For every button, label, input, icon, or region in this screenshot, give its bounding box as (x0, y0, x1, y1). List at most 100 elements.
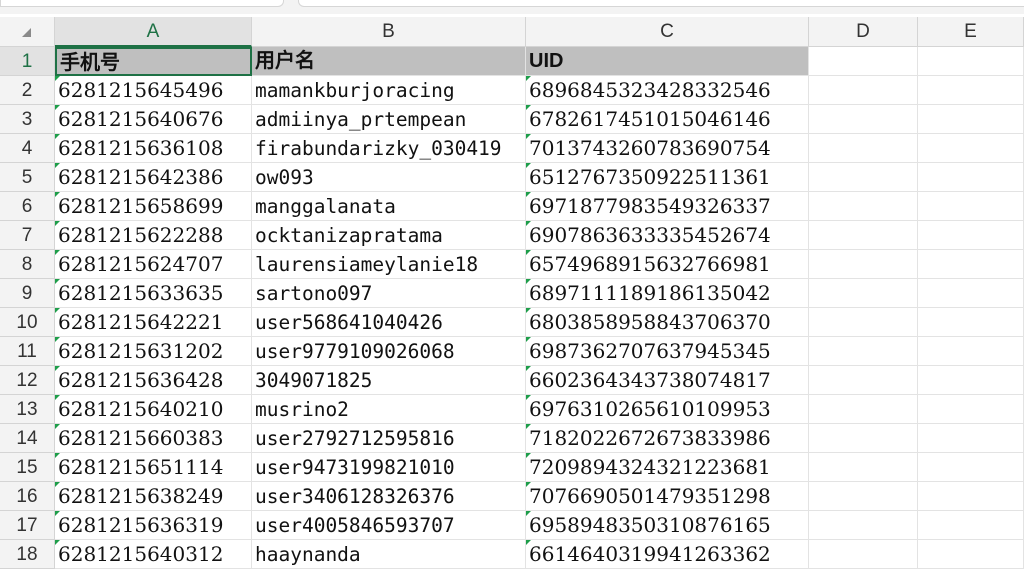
cell-c[interactable]: 6971877983549326337 (526, 192, 809, 221)
cell-c[interactable]: 6512767350922511361 (526, 163, 809, 192)
cell-d[interactable] (809, 221, 918, 250)
cell-a[interactable]: 6281215642386 (55, 163, 252, 192)
cell-c[interactable]: 6896845323428332546 (526, 76, 809, 105)
cell-c[interactable]: 7076690501479351298 (526, 482, 809, 511)
column-header-a[interactable]: A (55, 17, 252, 47)
cell-b[interactable]: mamankburjoracing (252, 76, 526, 105)
cell-c[interactable]: 6574968915632766981 (526, 250, 809, 279)
cell-d[interactable] (809, 308, 918, 337)
cell-e[interactable] (918, 76, 1024, 105)
cell-e[interactable] (918, 279, 1024, 308)
cell-a[interactable]: 6281215658699 (55, 192, 252, 221)
cell-b[interactable]: user9779109026068 (252, 337, 526, 366)
cell-a[interactable]: 6281215631202 (55, 337, 252, 366)
cell-d[interactable] (809, 424, 918, 453)
cell-d[interactable] (809, 337, 918, 366)
cell-c[interactable]: 7209894324321223681 (526, 453, 809, 482)
cell-d[interactable] (809, 540, 918, 569)
cell-e[interactable] (918, 47, 1024, 76)
cell-e[interactable] (918, 105, 1024, 134)
row-header[interactable]: 8 (0, 250, 55, 279)
cell-d[interactable] (809, 366, 918, 395)
cell-b[interactable]: sartono097 (252, 279, 526, 308)
cell-e[interactable] (918, 250, 1024, 279)
cell-d[interactable] (809, 395, 918, 424)
cell-e[interactable] (918, 308, 1024, 337)
cell-e[interactable] (918, 221, 1024, 250)
cell-c[interactable]: 6614640319941263362 (526, 540, 809, 569)
cell-c[interactable]: 6958948350310876165 (526, 511, 809, 540)
row-header[interactable]: 10 (0, 308, 55, 337)
cell-e[interactable] (918, 163, 1024, 192)
cell-e[interactable] (918, 511, 1024, 540)
cell-c1[interactable]: UID (526, 47, 809, 76)
cell-d[interactable] (809, 279, 918, 308)
cell-a[interactable]: 6281215633635 (55, 279, 252, 308)
row-header[interactable]: 12 (0, 366, 55, 395)
cell-b[interactable]: user568641040426 (252, 308, 526, 337)
cell-a[interactable]: 6281215636428 (55, 366, 252, 395)
row-header[interactable]: 2 (0, 76, 55, 105)
cell-b[interactable]: user9473199821010 (252, 453, 526, 482)
row-header[interactable]: 15 (0, 453, 55, 482)
cell-a[interactable]: 6281215640210 (55, 395, 252, 424)
cell-c[interactable]: 7013743260783690754 (526, 134, 809, 163)
name-box[interactable] (0, 0, 284, 7)
cell-e[interactable] (918, 424, 1024, 453)
cell-b[interactable]: ow093 (252, 163, 526, 192)
cell-b[interactable]: admiinya_prtempean (252, 105, 526, 134)
cell-a[interactable]: 6281215660383 (55, 424, 252, 453)
cell-a[interactable]: 6281215651114 (55, 453, 252, 482)
cell-a[interactable]: 6281215640676 (55, 105, 252, 134)
cell-d[interactable] (809, 134, 918, 163)
cell-c[interactable]: 6897111189186135042 (526, 279, 809, 308)
row-header[interactable]: 3 (0, 105, 55, 134)
cell-b[interactable]: user2792712595816 (252, 424, 526, 453)
cell-c[interactable]: 6907863633335452674 (526, 221, 809, 250)
cell-e[interactable] (918, 395, 1024, 424)
cell-a[interactable]: 6281215642221 (55, 308, 252, 337)
cell-d[interactable] (809, 47, 918, 76)
cell-b[interactable]: musrino2 (252, 395, 526, 424)
row-header[interactable]: 16 (0, 482, 55, 511)
row-header[interactable]: 7 (0, 221, 55, 250)
cell-a[interactable]: 6281215645496 (55, 76, 252, 105)
cell-a1[interactable]: 手机号 (55, 47, 252, 76)
formula-bar[interactable] (298, 0, 1024, 7)
cell-d[interactable] (809, 192, 918, 221)
row-header[interactable]: 14 (0, 424, 55, 453)
column-header-d[interactable]: D (809, 17, 918, 47)
cell-c[interactable]: 6987362707637945345 (526, 337, 809, 366)
row-header[interactable]: 4 (0, 134, 55, 163)
row-header[interactable]: 9 (0, 279, 55, 308)
cell-d[interactable] (809, 511, 918, 540)
cell-e[interactable] (918, 366, 1024, 395)
cell-b1[interactable]: 用户名 (252, 47, 526, 76)
cell-b[interactable]: 3049071825 (252, 366, 526, 395)
cell-a[interactable]: 6281215624707 (55, 250, 252, 279)
cell-a[interactable]: 6281215640312 (55, 540, 252, 569)
select-all-corner[interactable] (0, 17, 55, 47)
cell-b[interactable]: user4005846593707 (252, 511, 526, 540)
cell-b[interactable]: firabundarizky_030419 (252, 134, 526, 163)
cell-a[interactable]: 6281215638249 (55, 482, 252, 511)
column-header-e[interactable]: E (918, 17, 1024, 47)
cell-e[interactable] (918, 337, 1024, 366)
cell-d[interactable] (809, 163, 918, 192)
cell-a[interactable]: 6281215636319 (55, 511, 252, 540)
column-header-c[interactable]: C (526, 17, 809, 47)
cell-c[interactable]: 7182022672673833986 (526, 424, 809, 453)
cell-e[interactable] (918, 134, 1024, 163)
cell-b[interactable]: user3406128326376 (252, 482, 526, 511)
cell-d[interactable] (809, 482, 918, 511)
cell-b[interactable]: haaynanda (252, 540, 526, 569)
cell-c[interactable]: 6803858958843706370 (526, 308, 809, 337)
cell-a[interactable]: 6281215622288 (55, 221, 252, 250)
row-header[interactable]: 1 (0, 47, 55, 76)
cell-c[interactable]: 6602364343738074817 (526, 366, 809, 395)
row-header[interactable]: 6 (0, 192, 55, 221)
row-header[interactable]: 17 (0, 511, 55, 540)
cell-b[interactable]: manggalanata (252, 192, 526, 221)
cell-d[interactable] (809, 250, 918, 279)
cell-e[interactable] (918, 482, 1024, 511)
